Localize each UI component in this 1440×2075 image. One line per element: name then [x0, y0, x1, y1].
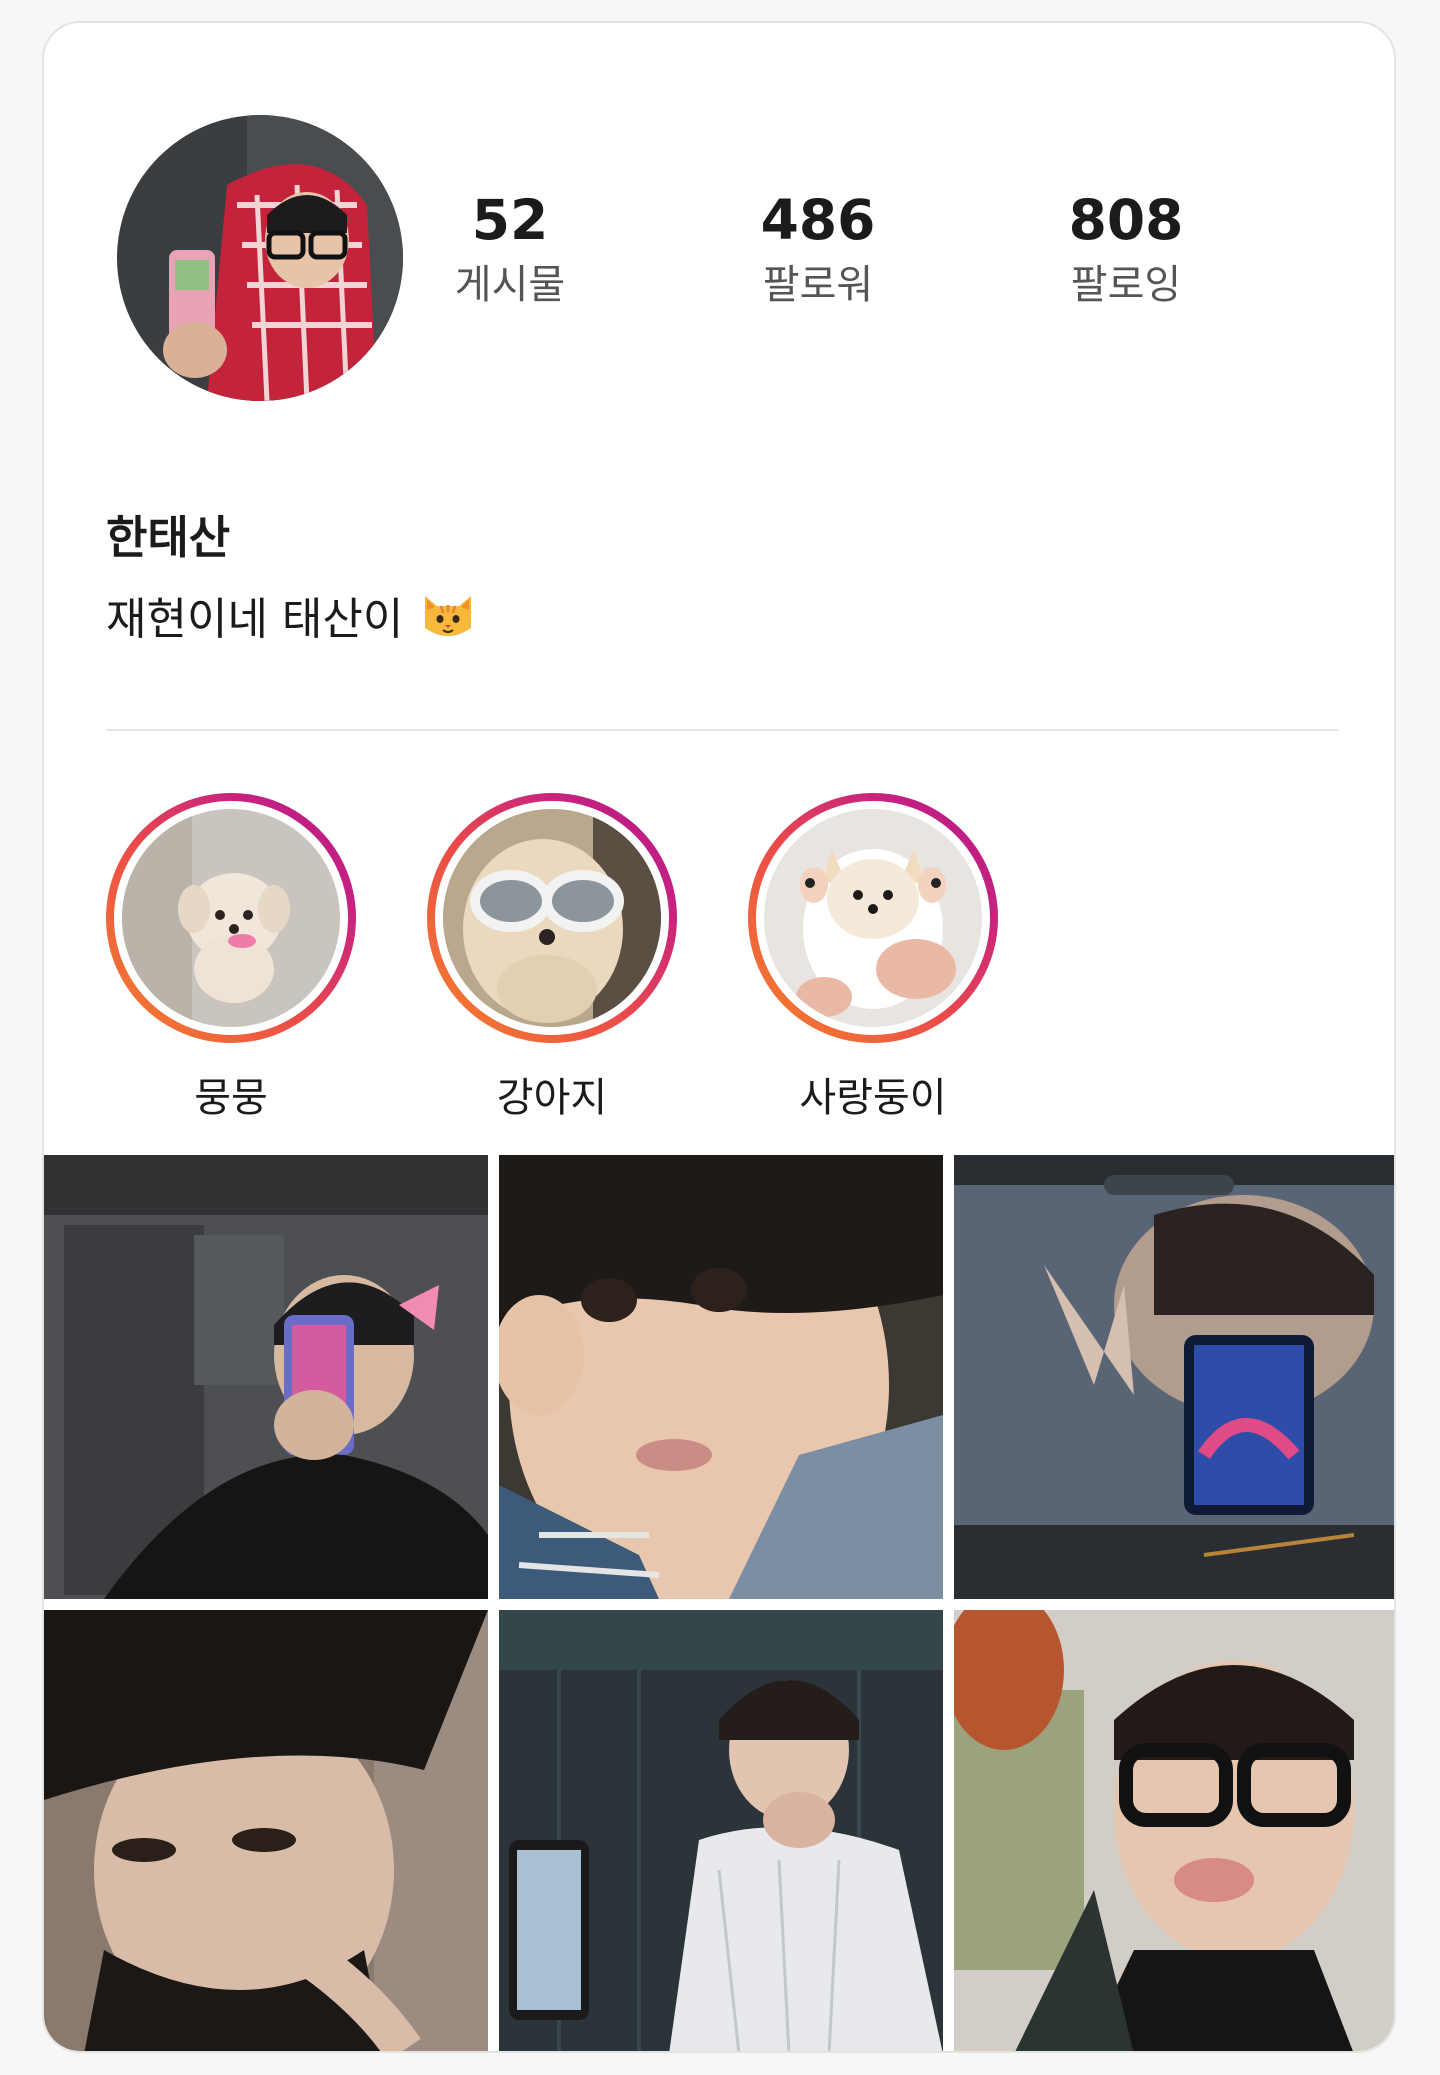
highlight-thumbnail [443, 809, 661, 1027]
highlight-sarangdungi[interactable]: 사랑둥이 [748, 793, 998, 1123]
profile-name: 한태산 [106, 511, 231, 564]
post-thumbnail[interactable] [954, 1155, 1394, 1599]
highlight-thumbnail [122, 809, 340, 1027]
posts-count: 52 [471, 188, 549, 252]
section-divider [106, 729, 1338, 731]
followers-label: 팔로워 [762, 262, 874, 308]
post-thumbnail[interactable] [499, 1610, 943, 2051]
highlight-label: 사랑둥이 [799, 1075, 947, 1121]
highlight-mungmung[interactable]: 뭉뭉 [106, 793, 356, 1123]
posts-label: 게시물 [454, 262, 566, 308]
story-ring [748, 793, 998, 1043]
post-thumbnail[interactable] [954, 1610, 1394, 2051]
highlight-thumbnail [764, 809, 982, 1027]
following-label: 팔로잉 [1070, 262, 1182, 308]
profile-avatar[interactable] [117, 115, 403, 401]
post-thumbnail[interactable] [44, 1155, 488, 1599]
highlight-label: 뭉뭉 [194, 1075, 268, 1121]
story-ring [106, 793, 356, 1043]
stat-followers[interactable]: 486 팔로워 [698, 187, 938, 313]
story-ring [427, 793, 677, 1043]
stat-posts[interactable]: 52 게시물 [390, 187, 630, 313]
highlight-label: 강아지 [496, 1075, 608, 1121]
bio-text: 재현이네 태산이 [106, 594, 404, 645]
followers-count: 486 [760, 188, 876, 252]
post-thumbnail[interactable] [44, 1610, 488, 2051]
stat-following[interactable]: 808 팔로잉 [1006, 187, 1246, 313]
highlight-gangaji[interactable]: 강아지 [427, 793, 677, 1123]
post-thumbnail[interactable] [499, 1155, 943, 1599]
following-count: 808 [1068, 188, 1184, 252]
profile-bio: 재현이네 태산이 [106, 583, 477, 647]
cat-face-icon [419, 586, 477, 644]
profile-card: 52 게시물 486 팔로워 808 팔로잉 한태산 재현이네 태산이 뭉뭉 강… [42, 21, 1396, 2053]
post-grid [44, 1155, 1394, 2051]
